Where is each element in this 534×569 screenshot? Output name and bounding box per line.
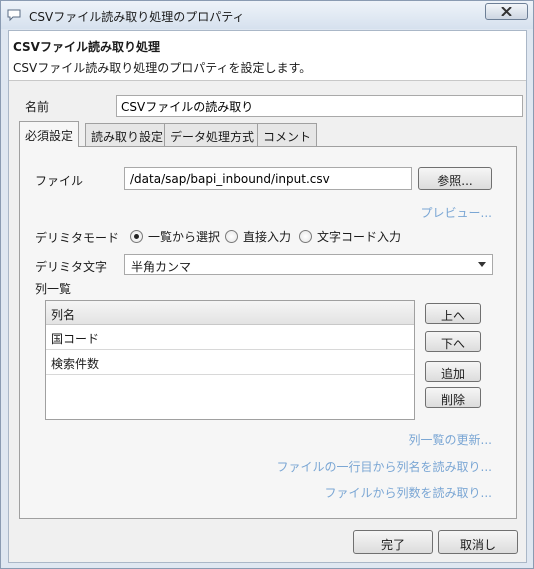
tab-read-settings[interactable]: 読み取り設定: [85, 123, 170, 146]
column-list-label: 列一覧: [35, 282, 72, 296]
delimiter-mode-label: デリミタモード: [35, 231, 120, 245]
column-list-header: 列名: [46, 301, 414, 325]
finish-button[interactable]: 完了: [353, 530, 433, 554]
required-settings-panel: ファイル 参照... プレビュー... デリミタモード 一覧から選択 直接入力 …: [19, 146, 517, 519]
select-value: 半角カンマ: [131, 260, 192, 274]
tab-comment[interactable]: コメント: [257, 123, 318, 146]
delimiter-char-label: デリミタ文字: [35, 260, 108, 274]
refresh-column-list-link[interactable]: 列一覧の更新...: [292, 431, 492, 448]
radio-dot: [130, 230, 143, 243]
column-list[interactable]: 列名 国コード 検索件数: [45, 300, 415, 420]
cancel-button[interactable]: 取消し: [438, 530, 518, 554]
header-panel: CSVファイル読み取り処理 CSVファイル読み取り処理のプロパティを設定します。: [9, 31, 526, 81]
chevron-down-icon: [478, 262, 486, 267]
read-names-link[interactable]: ファイルの一行目から列名を読み取り...: [242, 458, 492, 475]
speech-bubble-icon: [7, 9, 21, 22]
delimiter-char-select[interactable]: 半角カンマ: [124, 254, 493, 275]
tab-data-processing[interactable]: データ処理方式: [164, 123, 261, 146]
radio-dot: [299, 230, 312, 243]
window-title: CSVファイル読み取り処理のプロパティ: [29, 10, 245, 24]
move-up-button[interactable]: 上へ: [425, 303, 481, 324]
header-title: CSVファイル読み取り処理: [13, 40, 160, 54]
close-icon: [501, 7, 512, 16]
tab-required-settings[interactable]: 必須設定: [19, 121, 80, 147]
delete-button[interactable]: 削除: [425, 387, 481, 408]
browse-button[interactable]: 参照...: [418, 167, 492, 190]
radio-dot: [225, 230, 238, 243]
radio-direct-input[interactable]: 直接入力: [225, 228, 291, 245]
radio-label: 文字コード入力: [317, 230, 402, 244]
file-path-input[interactable]: [124, 167, 412, 190]
add-button[interactable]: 追加: [425, 361, 481, 382]
dialog-body: CSVファイル読み取り処理 CSVファイル読み取り処理のプロパティを設定します。…: [8, 30, 527, 563]
radio-char-code-input[interactable]: 文字コード入力: [299, 228, 401, 245]
file-label: ファイル: [35, 174, 84, 188]
name-input[interactable]: [116, 95, 523, 117]
radio-label: 直接入力: [243, 230, 292, 244]
preview-link[interactable]: プレビュー...: [398, 204, 492, 221]
radio-select-from-list[interactable]: 一覧から選択: [130, 228, 220, 245]
move-down-button[interactable]: 下へ: [425, 331, 481, 352]
header-description: CSVファイル読み取り処理のプロパティを設定します。: [13, 61, 312, 75]
list-item[interactable]: 検索件数: [46, 350, 414, 375]
close-button[interactable]: [485, 3, 528, 20]
properties-dialog: CSVファイル読み取り処理のプロパティ CSVファイル読み取り処理 CSVファイ…: [0, 0, 534, 569]
list-item[interactable]: 国コード: [46, 325, 414, 350]
name-label: 名前: [25, 100, 50, 114]
title-bar[interactable]: CSVファイル読み取り処理のプロパティ: [1, 1, 533, 29]
read-count-link[interactable]: ファイルから列数を読み取り...: [242, 484, 492, 501]
radio-label: 一覧から選択: [148, 230, 221, 244]
